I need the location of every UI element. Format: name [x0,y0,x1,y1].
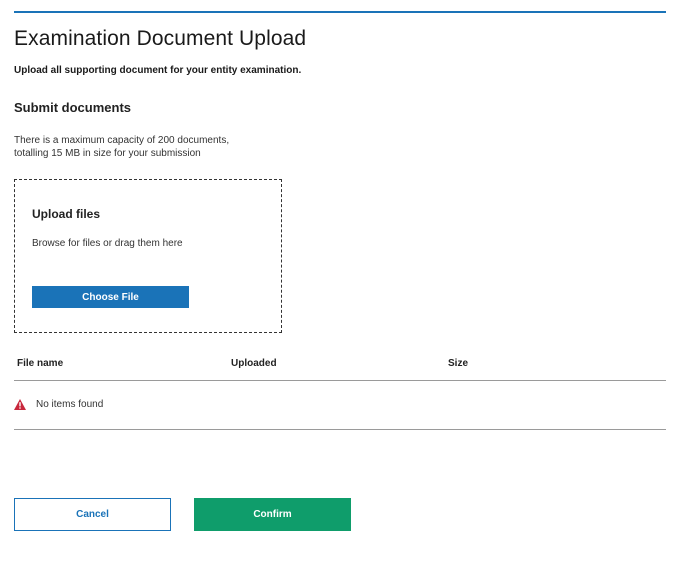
upload-hint: Browse for files or drag them here [32,238,183,249]
capacity-line-1: There is a maximum capacity of 200 docum… [14,135,230,146]
table-empty-row: No items found [14,381,666,430]
upload-files-heading: Upload files [32,207,101,221]
capacity-line-2: totalling 15 MB in size for your submiss… [14,148,201,159]
choose-file-button[interactable]: Choose File [32,286,189,308]
page-title: Examination Document Upload [14,27,307,50]
cancel-button[interactable]: Cancel [14,498,171,531]
page-intro: Upload all supporting document for your … [14,65,302,76]
column-size: Size [448,358,469,369]
submit-documents-heading: Submit documents [14,100,132,115]
warning-icon [14,399,26,410]
file-dropzone[interactable]: Upload files Browse for files or drag th… [14,179,282,333]
column-file-name: File name [17,358,64,369]
files-table-header: File name Uploaded Size [14,356,666,381]
empty-message: No items found [36,399,104,410]
header-divider [14,11,666,13]
column-uploaded: Uploaded [231,358,277,369]
capacity-note: There is a maximum capacity of 200 docum… [14,134,229,160]
confirm-button[interactable]: Confirm [194,498,351,531]
